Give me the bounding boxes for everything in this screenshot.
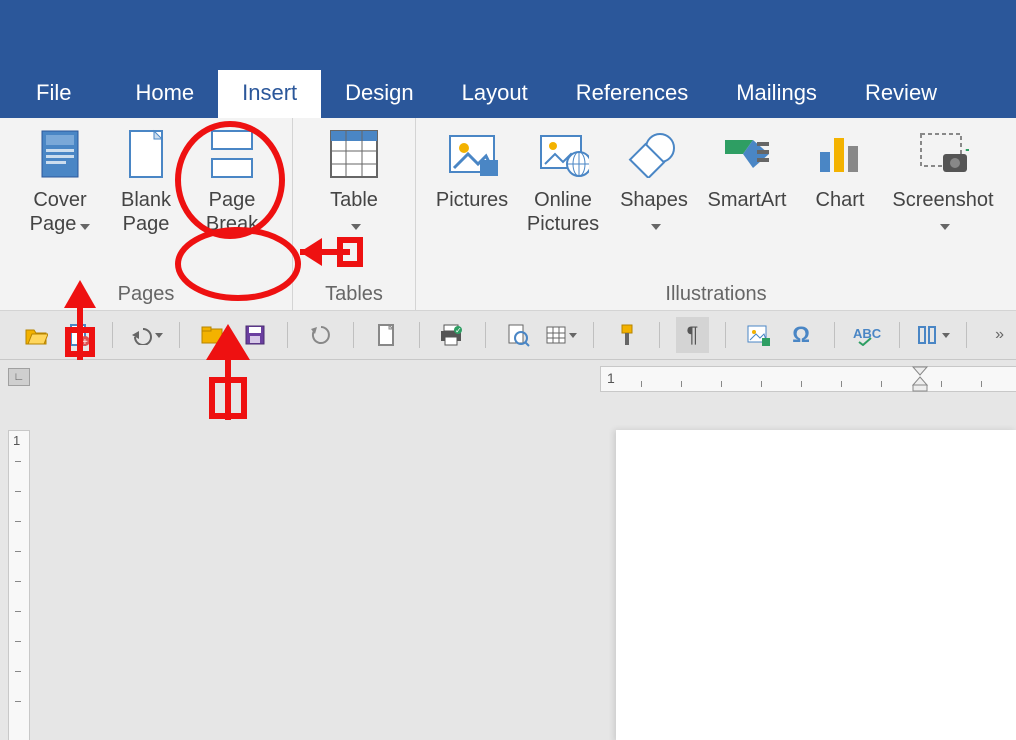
undo-button[interactable] [129, 317, 163, 353]
refresh-button[interactable] [304, 317, 337, 353]
svg-text:+: + [82, 337, 88, 347]
separator [725, 322, 726, 348]
document-area: ∟ 1 1 [0, 360, 1016, 740]
tab-file[interactable]: File [0, 70, 95, 118]
separator [593, 322, 594, 348]
tab-insert[interactable]: Insert [218, 70, 321, 118]
more-button[interactable]: » [983, 317, 1016, 353]
screenshot-icon: + [917, 128, 969, 180]
tab-layout[interactable]: Layout [438, 70, 552, 118]
horizontal-ruler[interactable]: 1 [600, 366, 1016, 392]
group-illustrations-label: Illustrations [665, 283, 766, 306]
shapes-label: Shapes [620, 189, 688, 211]
separator [485, 322, 486, 348]
cover-page-icon [34, 128, 86, 180]
document-page[interactable] [616, 430, 1016, 740]
dropdown-icon [651, 224, 661, 230]
cover-page-label: CoverPage [30, 189, 87, 235]
smartart-label: SmartArt [708, 188, 787, 212]
indent-marker[interactable] [911, 363, 929, 393]
dropdown-icon [80, 224, 90, 230]
dropdown-icon [351, 224, 361, 230]
smartart-icon [721, 128, 773, 180]
vertical-ruler[interactable]: 1 [8, 430, 30, 740]
page-break-label: PageBreak [206, 188, 258, 236]
ribbon: CoverPage BlankPage PageBreak Pages [0, 118, 1016, 311]
pictures-button[interactable]: Pictures [429, 124, 515, 212]
separator [353, 322, 354, 348]
separator [966, 322, 967, 348]
separator [834, 322, 835, 348]
dropdown-icon [569, 333, 577, 338]
tab-review[interactable]: Review [841, 70, 961, 118]
spellcheck-button[interactable]: ABC [850, 317, 883, 353]
shapes-icon [628, 128, 680, 180]
table-icon [328, 128, 380, 180]
pilcrow-button[interactable]: ¶ [676, 317, 709, 353]
insert-picture-button[interactable] [742, 317, 775, 353]
screenshot-button[interactable]: + Screenshot [883, 124, 1003, 236]
tab-home[interactable]: Home [95, 70, 218, 118]
table-button[interactable]: Table [306, 124, 402, 236]
print-button[interactable]: ✓ [436, 317, 469, 353]
quick-access-toolbar: + ✓ ¶ Ω ABC » [0, 311, 1016, 360]
symbol-button[interactable]: Ω [785, 317, 818, 353]
folder-button[interactable] [196, 317, 229, 353]
title-bar [0, 0, 1016, 70]
svg-text:+: + [965, 140, 969, 160]
columns-button[interactable] [916, 317, 950, 353]
ribbon-tabs: File Home Insert Design Layout Reference… [0, 70, 1016, 118]
page-break-icon [206, 128, 258, 180]
group-tables: Table Tables [293, 118, 416, 310]
preview-button[interactable] [502, 317, 535, 353]
pilcrow-icon: ¶ [687, 322, 699, 348]
separator [659, 322, 660, 348]
format-painter-button[interactable] [610, 317, 643, 353]
chevron-icon: » [995, 326, 1004, 344]
cover-page-button[interactable]: CoverPage [17, 124, 103, 236]
blank-page-button[interactable]: BlankPage [103, 124, 189, 236]
separator [112, 322, 113, 348]
ruler-number: 1 [13, 433, 20, 448]
screenshot-label: Screenshot [892, 189, 993, 211]
ruler-corner: ∟ [8, 368, 30, 386]
online-pictures-label: OnlinePictures [527, 188, 599, 236]
svg-text:✓: ✓ [455, 326, 462, 335]
grid-button[interactable] [544, 317, 577, 353]
pictures-label: Pictures [436, 188, 508, 212]
group-pages: CoverPage BlankPage PageBreak Pages [0, 118, 293, 310]
omega-icon: Ω [792, 322, 810, 348]
open-button[interactable] [20, 317, 53, 353]
tab-mailings[interactable]: Mailings [712, 70, 841, 118]
separator [419, 322, 420, 348]
online-pictures-icon [537, 128, 589, 180]
ruler-number: 1 [607, 370, 615, 386]
separator [899, 322, 900, 348]
blank-page-icon [120, 128, 172, 180]
dropdown-icon [942, 333, 950, 338]
blank-file-button[interactable] [370, 317, 403, 353]
shapes-button[interactable]: Shapes [611, 124, 697, 236]
new-doc-button[interactable]: + [63, 317, 96, 353]
page-break-button[interactable]: PageBreak [189, 124, 275, 236]
save-button[interactable] [238, 317, 271, 353]
pictures-icon [446, 128, 498, 180]
group-pages-label: Pages [118, 283, 175, 306]
separator [287, 322, 288, 348]
tab-references[interactable]: References [552, 70, 713, 118]
smartart-button[interactable]: SmartArt [697, 124, 797, 212]
dropdown-icon [155, 333, 163, 338]
online-pictures-button[interactable]: OnlinePictures [515, 124, 611, 236]
tab-design[interactable]: Design [321, 70, 437, 118]
chart-icon [814, 128, 866, 180]
group-tables-label: Tables [325, 283, 383, 306]
group-illustrations: Pictures OnlinePictures Shapes SmartArt [416, 118, 1016, 310]
separator [179, 322, 180, 348]
chart-label: Chart [816, 188, 865, 212]
dropdown-icon [940, 224, 950, 230]
svg-text:ABC: ABC [853, 326, 881, 341]
blank-page-label: BlankPage [121, 188, 171, 236]
table-label: Table [330, 189, 378, 211]
chart-button[interactable]: Chart [797, 124, 883, 212]
